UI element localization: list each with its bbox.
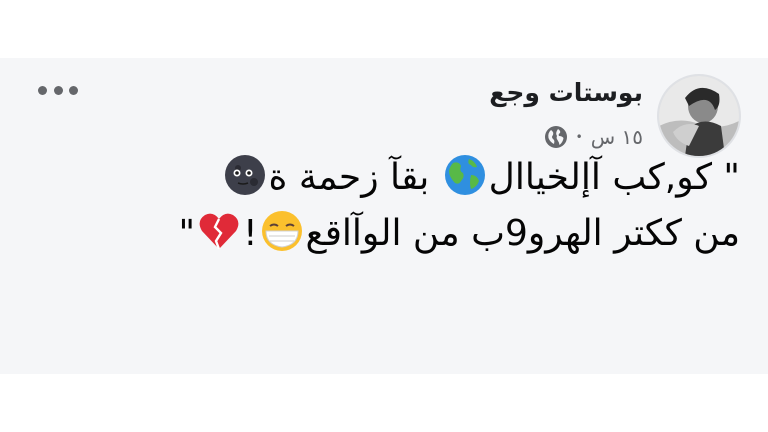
post-line-1: " كو,كب آإلخياال بقآ زحمة ة <box>70 150 740 206</box>
post-text-segment: " <box>178 213 196 254</box>
page-name[interactable]: بوستات وجع <box>489 78 643 107</box>
post-meta: ١٥ س • <box>544 124 643 150</box>
post-text-segment: " كو,كب آإلخياال <box>488 157 740 198</box>
more-options-icon-dot <box>53 85 63 95</box>
earth-globe-emoji <box>444 155 485 195</box>
post-text-segment: بقآ زحمة ة <box>268 157 441 198</box>
post-text: " كو,كب آإلخياال بقآ زحمة ة من ككتر الهر… <box>70 150 740 262</box>
page-avatar[interactable] <box>657 74 741 158</box>
post-text-segment: ! <box>243 213 258 254</box>
avatar-image <box>659 76 739 156</box>
globe-icon[interactable] <box>544 125 568 149</box>
broken-heart-emoji <box>199 213 239 250</box>
new-moon-face-emoji <box>224 155 265 195</box>
post-line-2: من ككتر الهرو9ب من الوآاقع ! " <box>70 206 740 262</box>
more-options-icon <box>38 85 47 95</box>
face-with-medical-mask-emoji <box>261 211 302 251</box>
post-text-segment: من ككتر الهرو9ب من الوآاقع <box>305 213 740 254</box>
meta-separator: • <box>575 130 583 144</box>
more-options-button[interactable] <box>38 82 78 98</box>
more-options-icon-dot <box>69 85 78 95</box>
post-time[interactable]: ١٥ س <box>591 125 643 149</box>
